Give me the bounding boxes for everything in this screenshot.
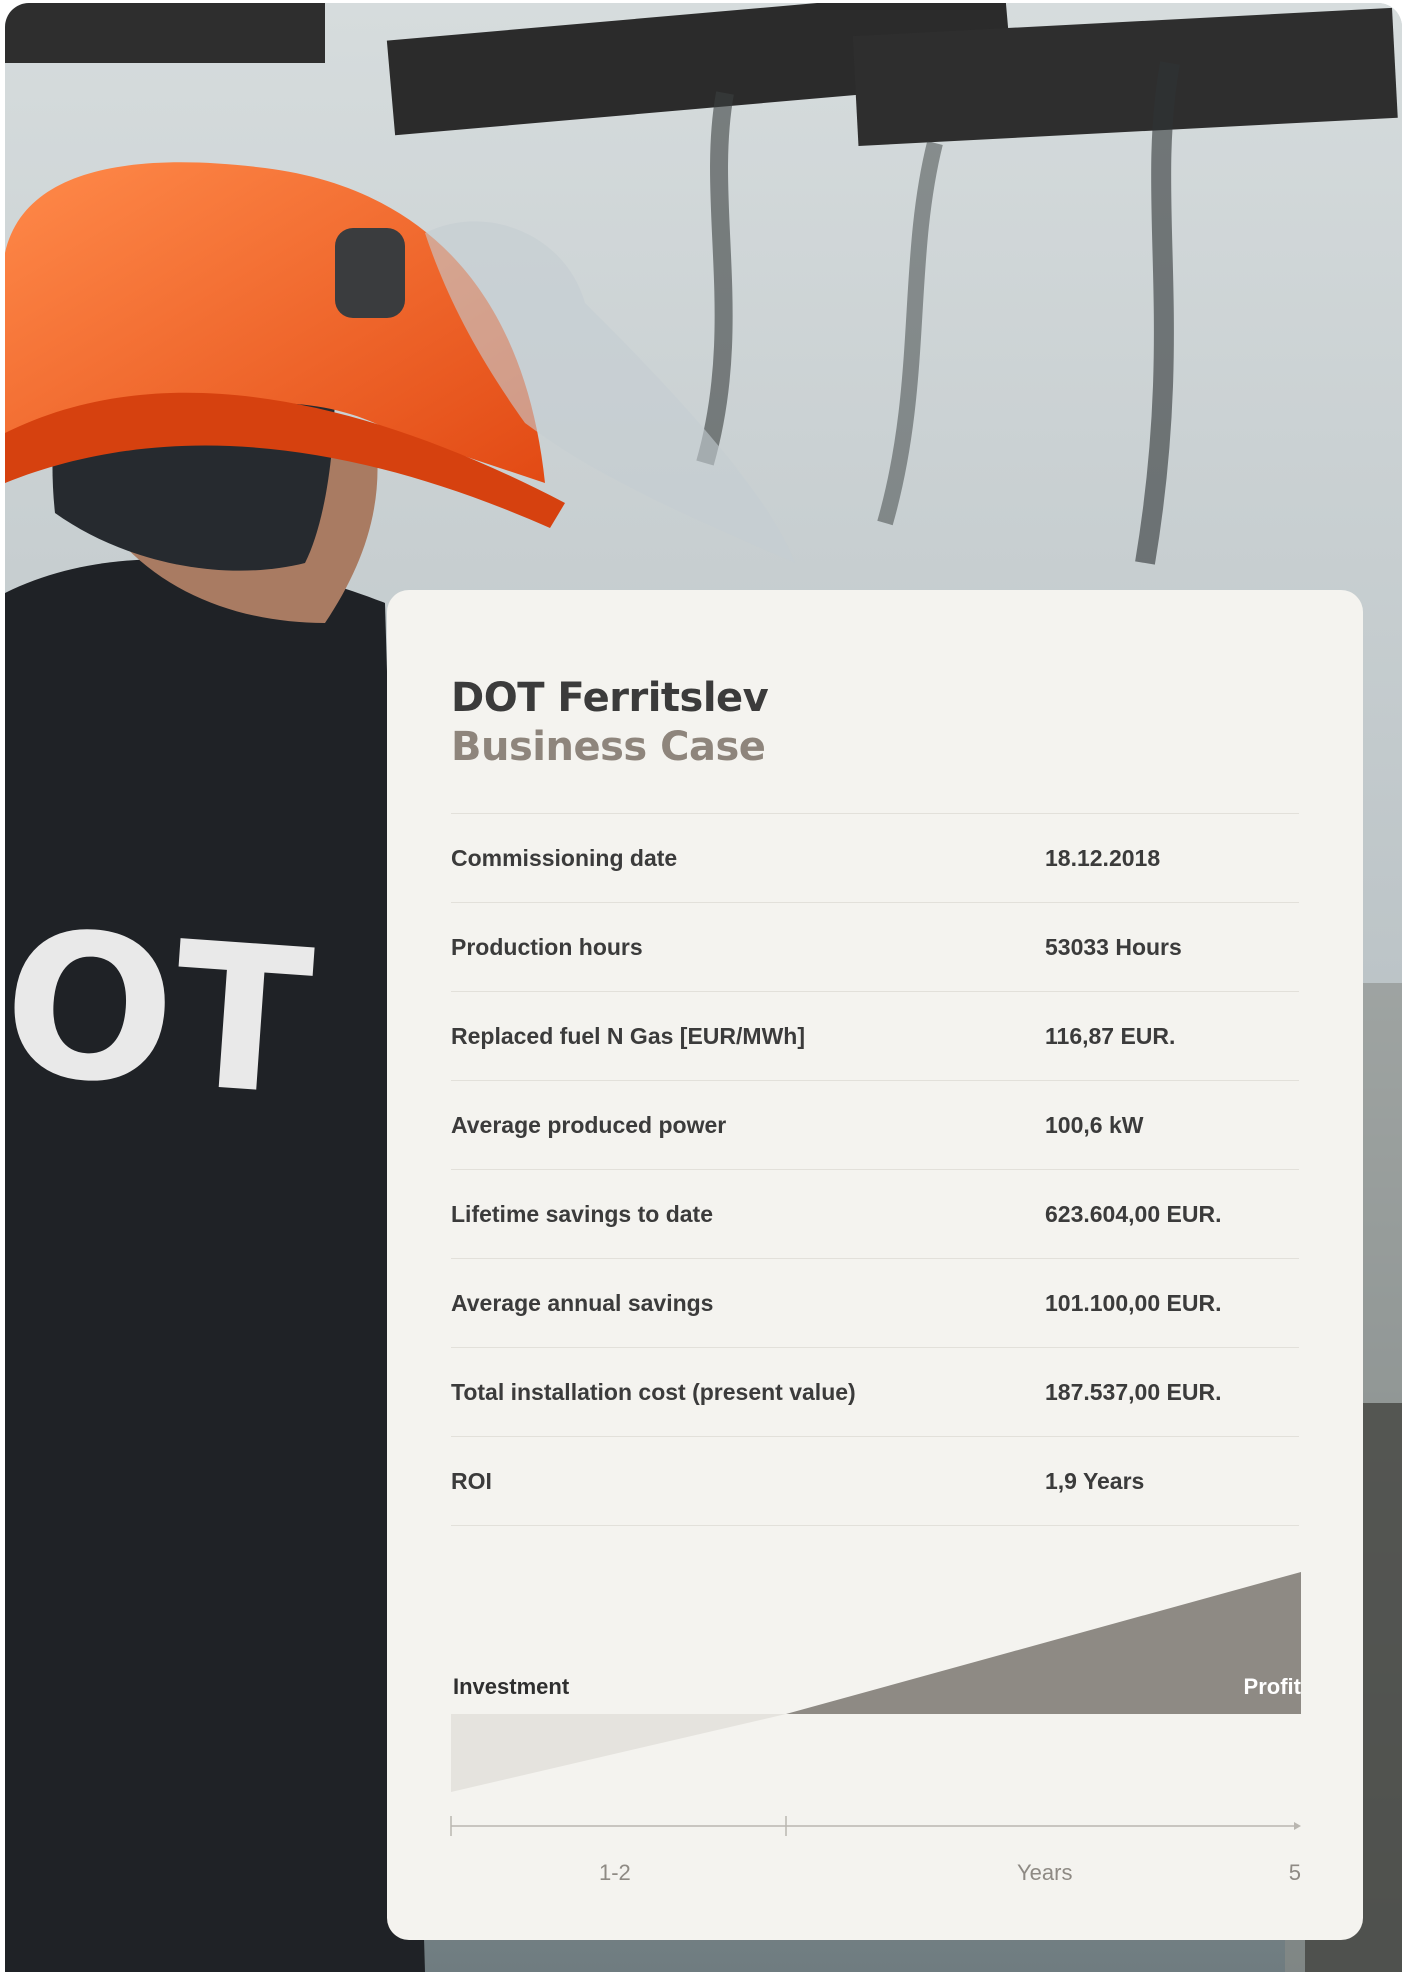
visor-bracket [335,228,405,318]
metric-row: Production hours 53033 Hours [451,903,1299,992]
metric-label: Average produced power [451,1111,727,1138]
investment-area [451,1714,786,1792]
roi-chart: Investment Profit 1-2 Years 5 [450,1570,1301,1900]
metrics-table: Commissioning date 18.12.2018 Production… [451,813,1299,1526]
x-axis-arrow [1294,1822,1301,1830]
x-tick-label: 5 [1288,1860,1301,1885]
metric-label: Production hours [451,933,643,960]
metric-row: Average annual savings 101.100,00 EUR. [451,1259,1299,1348]
metric-label: Average annual savings [451,1289,714,1316]
metric-value: 101.100,00 EUR. [1045,1289,1222,1316]
investment-label: Investment [453,1674,570,1699]
metric-value: 53033 Hours [1045,933,1182,960]
x-tick-label: 1-2 [599,1860,631,1885]
metric-row: Total installation cost (present value) … [451,1348,1299,1437]
metric-label: Commissioning date [451,844,678,871]
profit-label: Profit [1243,1674,1301,1699]
x-axis-title: Years [1017,1860,1073,1885]
card-title: DOT Ferritslev [451,675,769,721]
metric-label: Replaced fuel N Gas [EUR/MWh] [451,1022,805,1049]
metric-label: Total installation cost (present value) [451,1378,856,1405]
metric-label: Lifetime savings to date [451,1200,714,1227]
worker-jacket [5,559,425,1972]
metric-value: 187.537,00 EUR. [1045,1378,1222,1405]
roi-chart-svg [450,1572,1301,1836]
metric-label: ROI [451,1467,492,1494]
card-subtitle: Business Case [451,724,766,770]
metric-value: 116,87 EUR. [1045,1022,1176,1049]
metric-row: Commissioning date 18.12.2018 [451,814,1299,903]
metric-value: 1,9 Years [1045,1467,1145,1494]
profit-area [786,1572,1301,1714]
metric-row: Average produced power 100,6 kW [451,1081,1299,1170]
business-case-card: DOT Ferritslev Business Case Commissioni… [387,590,1363,1940]
metric-row: Replaced fuel N Gas [EUR/MWh] 116,87 EUR… [451,992,1299,1081]
jacket-print: OT [5,887,318,1141]
hero-photo-frame: OT DOT Ferritslev Business Case Commissi… [5,3,1402,1972]
metric-row: ROI 1,9 Years [451,1437,1299,1526]
metric-value: 18.12.2018 [1045,844,1161,871]
metric-row: Lifetime savings to date 623.604,00 EUR. [451,1170,1299,1259]
metric-value: 623.604,00 EUR. [1045,1200,1222,1227]
metric-value: 100,6 kW [1045,1111,1144,1138]
